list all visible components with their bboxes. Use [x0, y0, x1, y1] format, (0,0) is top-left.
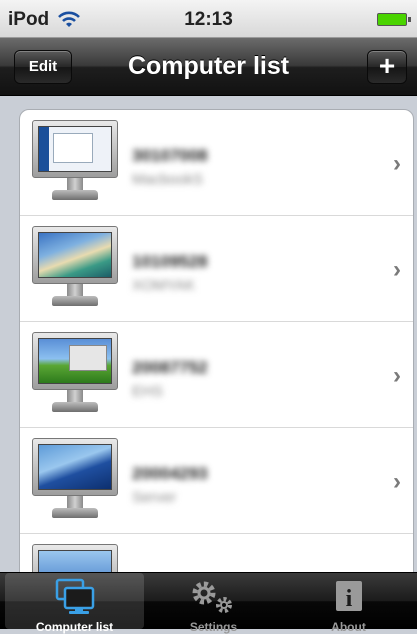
battery-icon [377, 13, 411, 26]
tab-settings[interactable]: Settings [144, 573, 283, 634]
monitor-icon [32, 120, 118, 204]
computers-icon [55, 578, 95, 614]
tab-label: Computer list [35, 620, 114, 634]
monitor-icon [32, 226, 118, 310]
computer-row[interactable]: 20004293 Server › [20, 428, 413, 534]
computer-name: 10109528 [132, 252, 208, 271]
chevron-right-icon: › [393, 362, 401, 389]
computer-name: 20087752 [132, 358, 208, 377]
info-icon: i [336, 581, 362, 612]
computer-subtitle: XOMYAK [132, 277, 196, 294]
chevron-right-icon: › [393, 468, 401, 495]
computer-subtitle: Server [132, 489, 177, 506]
computer-subtitle: EHS [132, 383, 163, 400]
tab-computer-list[interactable]: Computer list [5, 573, 144, 634]
tab-label: Settings [189, 620, 238, 634]
chevron-right-icon: › [393, 256, 401, 283]
add-computer-button[interactable]: + [367, 50, 407, 84]
page-title: Computer list [127, 52, 290, 80]
content-area: 30107008 MacbookS › 10109528 XOMYAK › 20… [0, 96, 417, 572]
chevron-right-icon: › [393, 150, 401, 177]
computer-name: 30107008 [132, 146, 208, 165]
monitor-icon [32, 438, 118, 522]
tab-label: About [331, 620, 366, 634]
navigation-bar: Edit Computer list + [0, 38, 417, 96]
computer-name: 20004293 [132, 464, 208, 483]
tab-bar: Computer list Settings i About [0, 572, 417, 634]
computer-row[interactable] [20, 534, 413, 572]
status-bar: iPod 12:13 [0, 0, 417, 38]
svg-text:i: i [346, 586, 353, 612]
computer-list[interactable]: 30107008 MacbookS › 10109528 XOMYAK › 20… [19, 109, 414, 572]
tab-about[interactable]: i About [279, 573, 417, 634]
computer-subtitle: MacbookS [132, 171, 203, 188]
gears-icon [192, 581, 232, 613]
computer-row[interactable]: 10109528 XOMYAK › [20, 216, 413, 322]
computer-row[interactable]: 20087752 EHS › [20, 322, 413, 428]
clock: 12:13 [184, 9, 233, 30]
monitor-icon [32, 544, 118, 572]
computer-row[interactable]: 30107008 MacbookS › [20, 110, 413, 216]
monitor-icon [32, 332, 118, 416]
